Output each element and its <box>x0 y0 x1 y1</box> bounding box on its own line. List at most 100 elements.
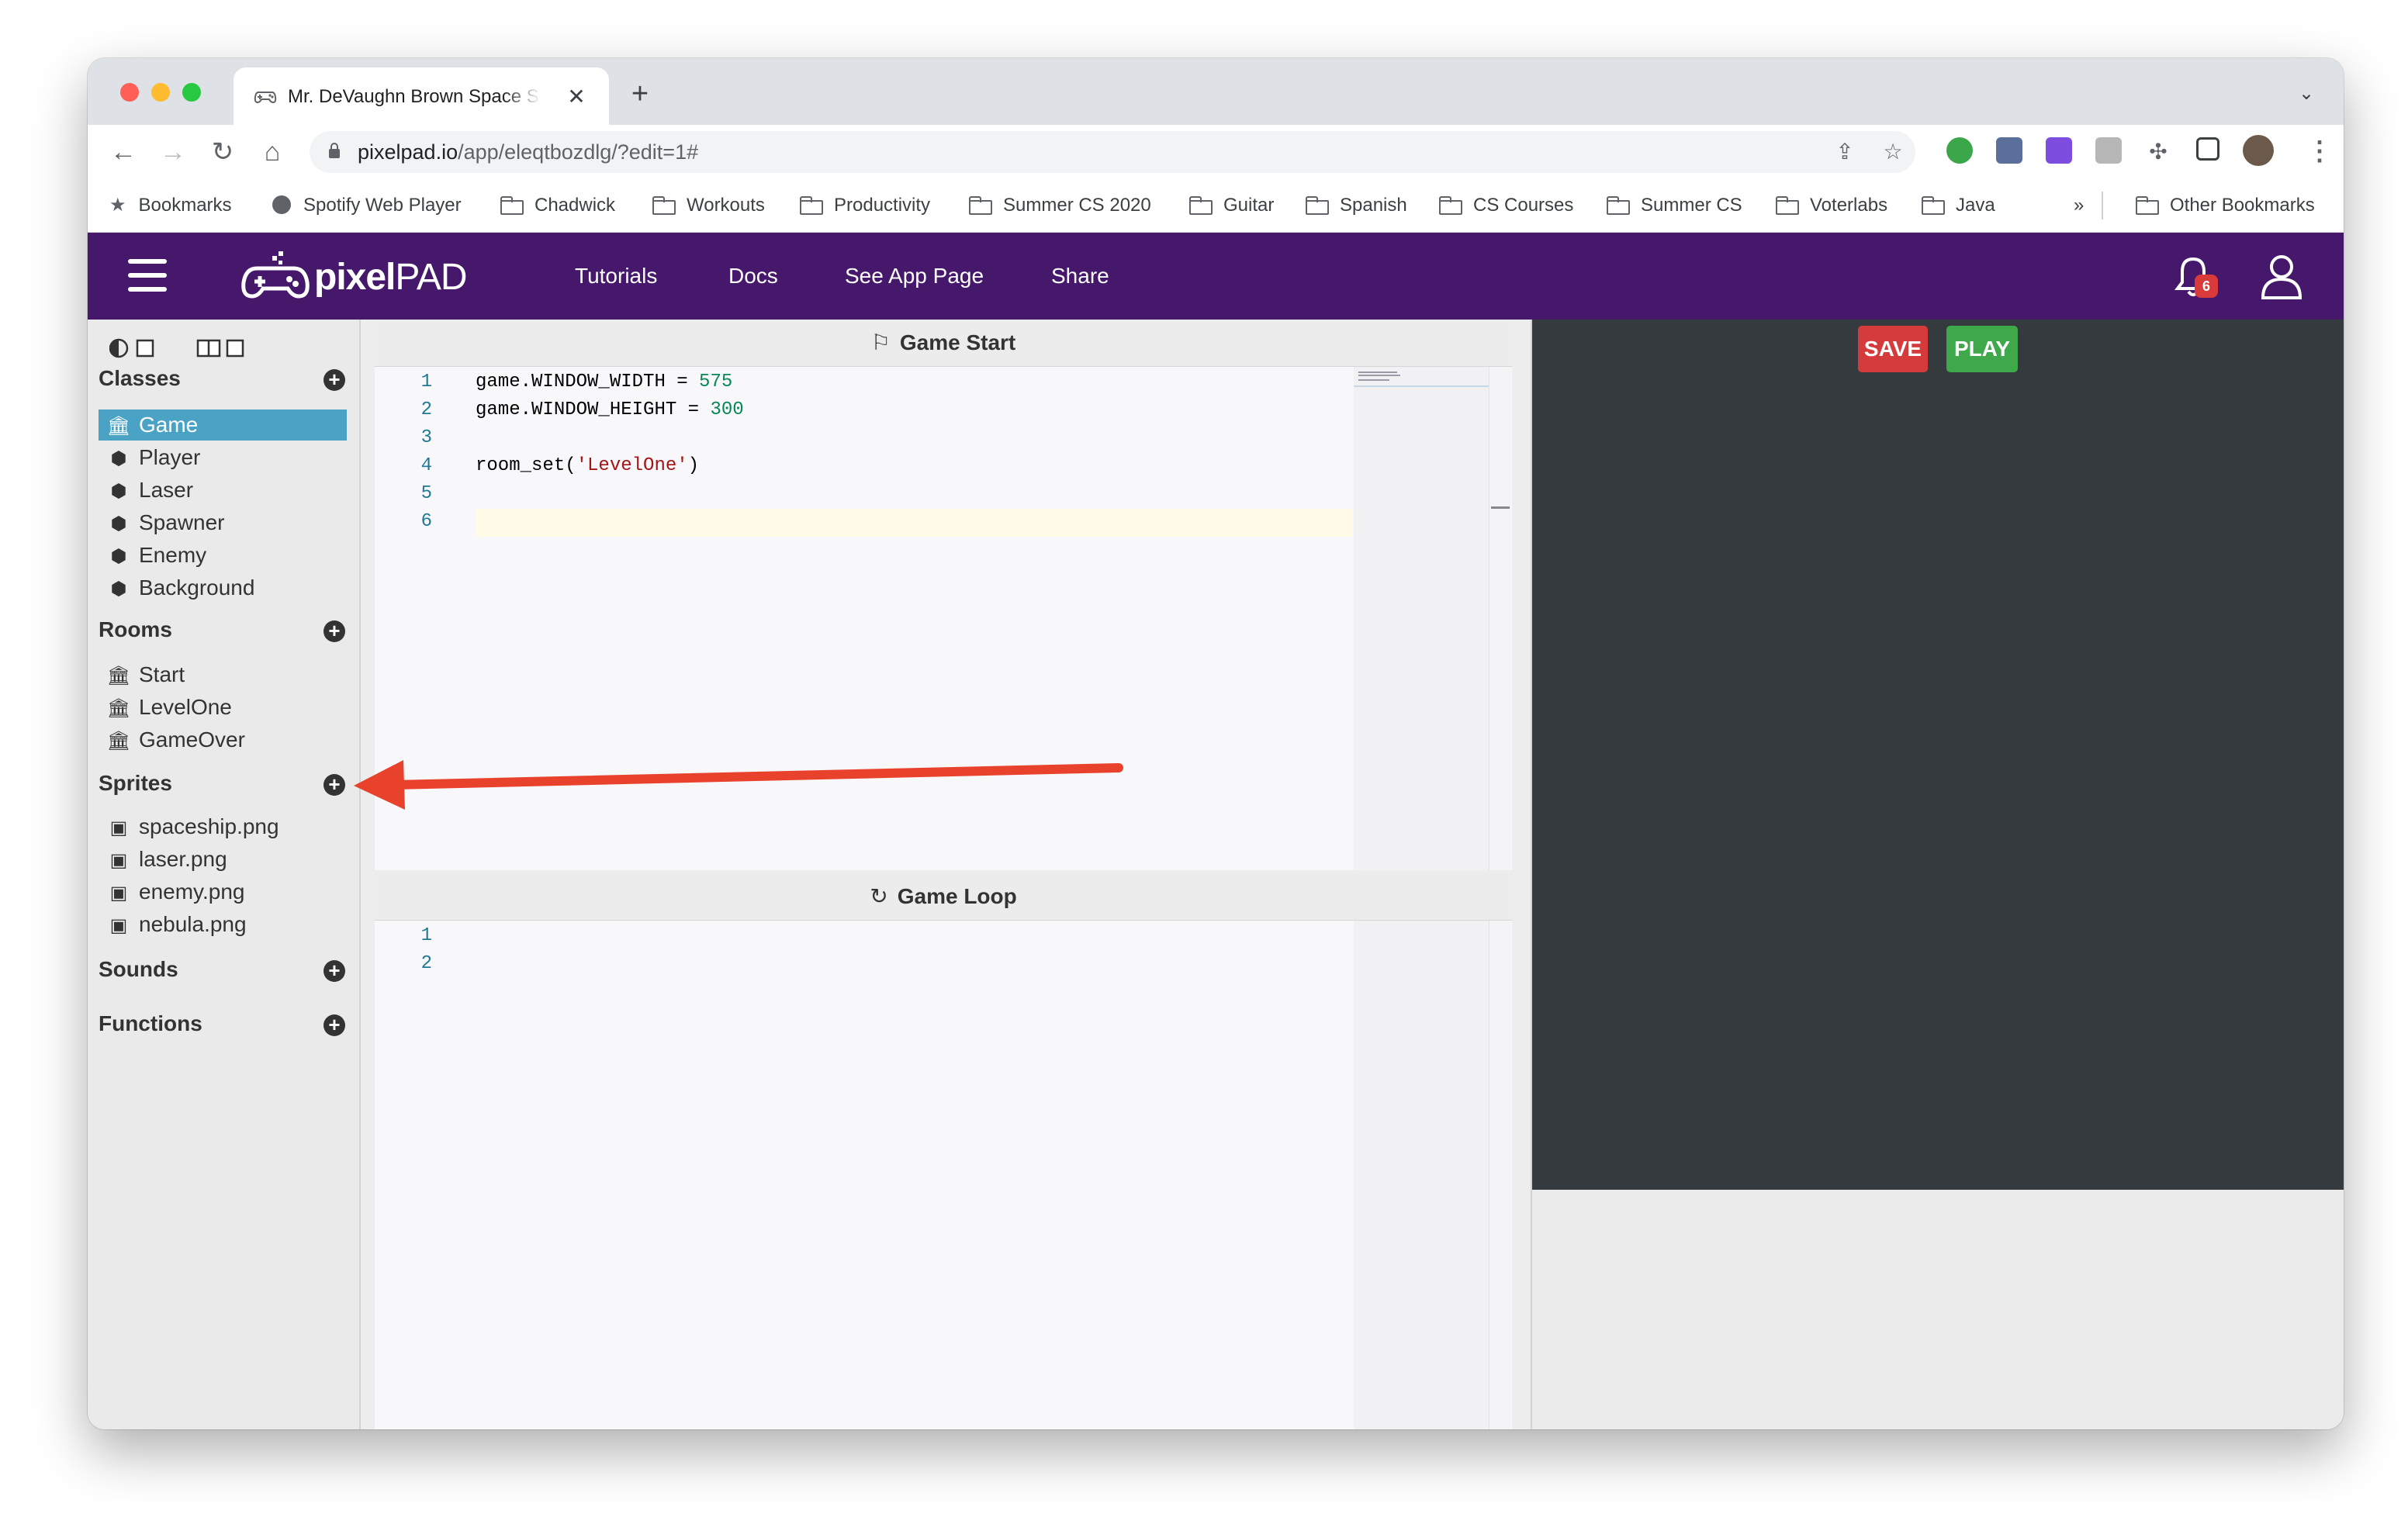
game-loop-editor[interactable]: 1 2 <box>375 921 1512 1429</box>
institution-icon: 🏛 <box>106 731 131 752</box>
forward-arrow-icon[interactable]: → <box>156 135 190 169</box>
bookmark-star-icon[interactable]: ☆ <box>1880 139 1906 165</box>
sprite-item-laser[interactable]: ▣ laser.png <box>99 844 347 875</box>
class-item-background[interactable]: ⬢ Background <box>99 572 347 603</box>
sprite-item-enemy[interactable]: ▣ enemy.png <box>99 876 347 907</box>
folder-icon <box>1607 195 1630 215</box>
bookmark-folder[interactable]: Workouts <box>652 179 765 232</box>
profile-avatar[interactable] <box>2243 135 2274 166</box>
tab-search-chevron-icon[interactable]: ⌄ <box>2292 80 2320 108</box>
folder-icon <box>1189 195 1213 215</box>
add-sound-button[interactable]: + <box>323 960 345 982</box>
play-button[interactable]: PLAY <box>1946 326 2018 372</box>
class-item-laser[interactable]: ⬢ Laser <box>99 475 347 506</box>
layout-toggle-icon[interactable] <box>196 337 247 360</box>
screen-extension-icon[interactable] <box>2095 137 2122 164</box>
add-sprite-button[interactable]: + <box>323 774 345 796</box>
classes-section-title: Classes <box>99 366 181 390</box>
code-minimap[interactable] <box>1354 921 1489 1429</box>
new-tab-button[interactable]: + <box>623 77 657 111</box>
more-bookmarks-chevron[interactable]: » <box>2074 179 2084 232</box>
user-account-icon[interactable] <box>2260 253 2303 299</box>
minimize-window-button[interactable] <box>151 83 170 102</box>
bookmark-folder[interactable]: Summer CS 2020 <box>969 179 1151 232</box>
asset-sidebar: Classes + 🏛 Game ⬢ Player ⬢ Laser ⬢ Spawner … <box>88 320 361 1429</box>
add-function-button[interactable]: + <box>323 1014 345 1036</box>
hamburger-menu-icon[interactable] <box>128 256 167 296</box>
other-bookmarks-folder[interactable]: Other Bookmarks <box>2136 179 2315 232</box>
sprite-item-spaceship[interactable]: ▣ spaceship.png <box>99 811 347 842</box>
cube-icon: ⬢ <box>110 513 127 534</box>
bookmark-folder[interactable]: CS Courses <box>1439 179 1573 232</box>
current-line-highlight <box>476 509 1352 537</box>
home-icon[interactable]: ⌂ <box>255 135 289 169</box>
close-window-button[interactable] <box>120 83 139 102</box>
tab-title: Mr. DeVaughn Brown Space Shooter <box>288 86 541 107</box>
room-item-levelone[interactable]: 🏛 LevelOne <box>99 692 347 723</box>
nav-docs[interactable]: Docs <box>728 233 778 320</box>
line-number: 4 <box>420 455 432 476</box>
bookmark-folder[interactable]: Productivity <box>800 179 930 232</box>
code-line-2: game.WINDOW_HEIGHT = 300 <box>476 399 744 420</box>
bookmark-folder[interactable]: Java <box>1922 179 1995 232</box>
room-item-gameover[interactable]: 🏛 GameOver <box>99 724 347 755</box>
back-arrow-icon[interactable]: ← <box>106 135 140 169</box>
notification-count-badge: 6 <box>2195 275 2218 298</box>
extension-icon[interactable] <box>1996 137 2022 164</box>
save-button[interactable]: SAVE <box>1858 326 1928 372</box>
folder-icon <box>1306 195 1329 215</box>
evernote-extension-icon[interactable] <box>1946 137 1973 164</box>
cube-icon: ⬢ <box>110 579 127 600</box>
line-number: 6 <box>420 511 432 532</box>
room-item-start[interactable]: 🏛 Start <box>99 659 347 690</box>
sprite-item-nebula[interactable]: ▣ nebula.png <box>99 909 347 940</box>
bookmark-item[interactable]: Spotify Web Player <box>272 179 462 232</box>
editor-scrollbar[interactable] <box>1489 367 1511 870</box>
sounds-section-title: Sounds <box>99 957 178 981</box>
add-class-button[interactable]: + <box>323 369 345 391</box>
bookmark-folder[interactable]: Guitar <box>1189 179 1274 232</box>
game-start-header: ⚐ Game Start <box>375 320 1512 367</box>
bookmark-folder[interactable]: Chadwick <box>500 179 615 232</box>
class-item-game[interactable]: 🏛 Game <box>99 410 347 441</box>
game-start-editor[interactable]: 1 2 3 4 5 6 game.WINDOW_WIDTH = 575 game… <box>375 367 1512 870</box>
line-number-gutter: 1 2 <box>375 921 437 1429</box>
class-item-player[interactable]: ⬢ Player <box>99 442 347 473</box>
nav-tutorials[interactable]: Tutorials <box>575 233 657 320</box>
code-editor-column: ⚐ Game Start 1 2 3 4 5 6 game.WINDOW_WIDT… <box>375 320 1512 1429</box>
tab-close-icon[interactable]: ✕ <box>562 83 590 111</box>
logo-text: pixelPAD <box>314 257 468 298</box>
nav-share[interactable]: Share <box>1051 233 1109 320</box>
reload-icon[interactable]: ↻ <box>206 135 240 169</box>
maximize-window-button[interactable] <box>182 83 201 102</box>
pixelpad-app: pixelPAD Tutorials Docs See App Page Sha… <box>88 233 2344 1429</box>
puzzle-extensions-icon[interactable]: ✣ <box>2145 139 2171 165</box>
line-number: 1 <box>420 372 432 392</box>
cube-icon: ⬢ <box>110 448 127 469</box>
class-item-spawner[interactable]: ⬢ Spawner <box>99 507 347 538</box>
line-number: 5 <box>420 483 432 504</box>
more-menu-icon[interactable]: ⋮ <box>2306 136 2333 167</box>
class-item-enemy[interactable]: ⬢ Enemy <box>99 540 347 571</box>
browser-tab[interactable]: Mr. DeVaughn Brown Space Shooter ✕ <box>234 67 609 125</box>
bookmark-item[interactable]: ★ Bookmarks <box>109 179 232 232</box>
line-number: 2 <box>420 953 432 974</box>
cube-icon: ⬢ <box>110 546 127 567</box>
folder-icon <box>1776 195 1799 215</box>
side-panel-icon[interactable] <box>2196 137 2219 161</box>
theme-toggle-icon[interactable] <box>109 337 157 360</box>
editor-scrollbar[interactable] <box>1489 921 1511 1429</box>
checklist-extension-icon[interactable] <box>2046 137 2072 164</box>
bookmark-folder[interactable]: Summer CS <box>1607 179 1742 232</box>
bookmark-folder[interactable]: Spanish <box>1306 179 1407 232</box>
flag-icon: ⚐ <box>870 330 891 354</box>
share-icon[interactable]: ⇪ <box>1832 139 1858 165</box>
address-bar[interactable]: pixelpad.io/app/eleqtbozdlg/?edit=1# ⇪ ☆ <box>310 131 1915 173</box>
nav-see-app-page[interactable]: See App Page <box>845 233 984 320</box>
add-room-button[interactable]: + <box>323 620 345 642</box>
bookmark-folder[interactable]: Voterlabs <box>1776 179 1887 232</box>
institution-icon: 🏛 <box>106 416 131 437</box>
bookmarks-bar: ★ Bookmarks Spotify Web Player Chadwick W… <box>88 179 2344 233</box>
code-minimap[interactable] <box>1354 367 1489 870</box>
game-canvas[interactable]: SAVE PLAY <box>1532 320 2344 1190</box>
